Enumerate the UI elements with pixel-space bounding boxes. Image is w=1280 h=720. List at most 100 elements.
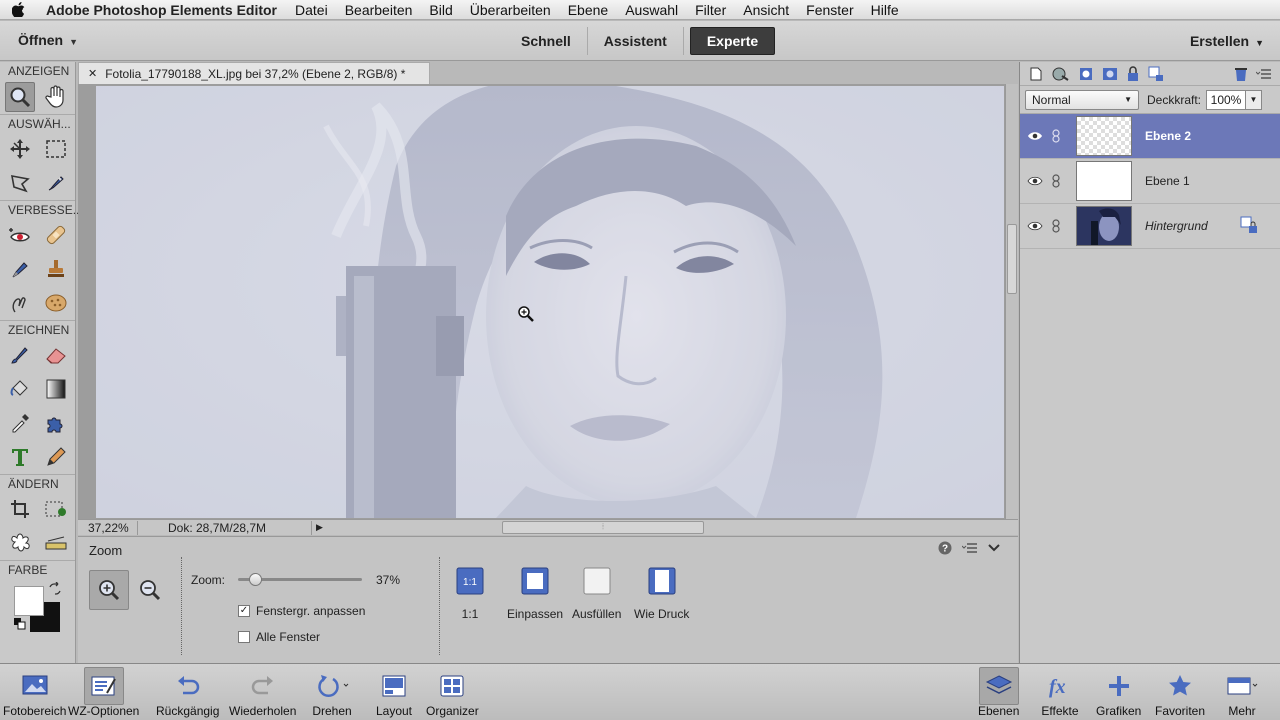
organizer-button[interactable]: Organizer [426, 667, 479, 718]
smart-brush-tool[interactable] [5, 254, 35, 284]
favorites-button[interactable]: Favoriten [1155, 667, 1205, 718]
image-canvas[interactable] [96, 86, 1004, 518]
status-zoom[interactable]: 37,22% [78, 520, 138, 535]
menu-auswahl[interactable]: Auswahl [625, 2, 678, 18]
trash-icon[interactable] [1234, 66, 1248, 82]
all-windows-checkbox[interactable] [238, 631, 250, 643]
panel-menu-icon[interactable] [962, 542, 978, 554]
opacity-dropdown-icon[interactable]: ▼ [1246, 89, 1263, 110]
photo-bin-button[interactable]: Fotobereich [3, 667, 66, 718]
horizontal-scroll-thumb[interactable]: ⦙ [502, 521, 704, 534]
visibility-eye-icon[interactable] [1024, 221, 1046, 231]
zoom-slider[interactable] [238, 573, 362, 586]
visibility-eye-icon[interactable] [1024, 176, 1046, 186]
blend-mode-select[interactable]: Normal ▼ [1025, 89, 1139, 110]
link-chain-icon[interactable] [1046, 174, 1066, 188]
status-menu-arrow-icon[interactable]: ▶ [316, 522, 326, 533]
sponge-tool[interactable] [41, 288, 71, 318]
vertical-scrollbar[interactable] [1005, 84, 1018, 520]
all-windows-option[interactable]: Alle Fenster [238, 630, 320, 644]
layers-menu-icon[interactable] [1256, 68, 1272, 80]
lock-all-icon[interactable] [1126, 65, 1140, 82]
help-icon[interactable]: ? [938, 541, 952, 555]
layout-button[interactable]: Layout [374, 667, 414, 718]
effects-button[interactable]: fx Effekte [1040, 667, 1080, 718]
collapse-chevron-icon[interactable] [988, 543, 1000, 553]
move-tool[interactable] [5, 134, 35, 164]
layer-mask-icon[interactable] [1102, 66, 1118, 82]
menu-filter[interactable]: Filter [695, 2, 726, 18]
new-layer-icon[interactable] [1028, 66, 1044, 82]
visibility-eye-icon[interactable] [1024, 131, 1046, 141]
healing-brush-tool[interactable] [41, 220, 71, 250]
app-name-menu[interactable]: Adobe Photoshop Elements Editor [46, 2, 277, 18]
gradient-tool[interactable] [41, 374, 71, 404]
swap-colors-icon[interactable] [48, 582, 62, 596]
document-tab[interactable]: ✕ Fotolia_17790188_XL.jpg bei 37,2% (Ebe… [78, 62, 430, 84]
menu-fenster[interactable]: Fenster [806, 2, 853, 18]
lasso-tool[interactable] [5, 168, 35, 198]
vertical-scroll-thumb[interactable] [1007, 224, 1017, 294]
zoom-tool[interactable] [4, 82, 35, 112]
blur-tool[interactable] [5, 288, 35, 318]
paint-bucket-tool[interactable] [5, 374, 35, 404]
quick-selection-tool[interactable] [41, 168, 71, 198]
menu-ansicht[interactable]: Ansicht [743, 2, 789, 18]
graphics-button[interactable]: Grafiken [1096, 667, 1141, 718]
link-chain-icon[interactable] [1046, 129, 1066, 143]
one-to-one-button[interactable]: 1:1 1:1 [456, 567, 484, 621]
brush-tool[interactable] [5, 340, 35, 370]
crop-tool[interactable] [5, 494, 35, 524]
lock-transparent-icon[interactable] [1148, 66, 1164, 82]
menu-bearbeiten[interactable]: Bearbeiten [345, 2, 413, 18]
close-icon[interactable]: ✕ [88, 67, 97, 80]
redo-button[interactable]: Wiederholen [229, 667, 296, 718]
tab-experte[interactable]: Experte [689, 27, 776, 55]
menu-datei[interactable]: Datei [295, 2, 328, 18]
new-group-icon[interactable] [1052, 66, 1070, 82]
resize-windows-option[interactable]: ✓ Fenstergr. anpassen [238, 604, 365, 618]
menu-ueberarbeiten[interactable]: Überarbeiten [470, 2, 551, 18]
tab-assistent[interactable]: Assistent [588, 27, 684, 55]
menu-ebene[interactable]: Ebene [568, 2, 608, 18]
text-tool[interactable] [5, 442, 35, 472]
more-button[interactable]: Mehr [1222, 667, 1262, 718]
clone-stamp-tool[interactable] [41, 254, 71, 284]
cookie-cutter-tool[interactable] [5, 528, 35, 558]
zoom-out-button[interactable] [131, 570, 169, 610]
link-chain-icon[interactable] [1046, 219, 1066, 233]
eraser-tool[interactable] [41, 340, 71, 370]
zoom-value[interactable]: 37% [376, 573, 400, 587]
hand-tool[interactable] [41, 82, 71, 112]
adjustment-layer-icon[interactable] [1078, 66, 1094, 82]
tab-schnell[interactable]: Schnell [505, 27, 588, 55]
apple-icon[interactable] [12, 2, 26, 18]
fit-screen-button[interactable]: Einpassen [507, 567, 563, 621]
layer-row-hintergrund[interactable]: Hintergrund [1020, 204, 1280, 249]
marquee-tool[interactable] [41, 134, 71, 164]
menu-bild[interactable]: Bild [429, 2, 452, 18]
red-eye-tool[interactable] [5, 220, 35, 250]
foreground-color-swatch[interactable] [14, 586, 44, 616]
recompose-tool[interactable] [41, 494, 71, 524]
custom-shape-tool[interactable] [41, 408, 71, 438]
zoom-in-button[interactable] [89, 570, 129, 610]
tool-options-button[interactable]: WZ-Optionen [68, 667, 139, 718]
eyedropper-tool[interactable] [5, 408, 35, 438]
rotate-button[interactable]: Drehen [312, 667, 352, 718]
resize-windows-checkbox[interactable]: ✓ [238, 605, 250, 617]
layers-panel-button[interactable]: Ebenen [978, 667, 1019, 718]
fill-screen-button[interactable]: Ausfüllen [572, 567, 621, 621]
straighten-tool[interactable] [41, 528, 71, 558]
default-colors-icon[interactable] [14, 618, 26, 630]
layer-lock-icon[interactable] [1240, 216, 1258, 234]
pencil-tool[interactable] [41, 442, 71, 472]
zoom-slider-knob[interactable] [249, 573, 262, 586]
layer-row-ebene-2[interactable]: Ebene 2 [1020, 114, 1280, 159]
print-size-button[interactable]: Wie Druck [634, 567, 689, 621]
menu-hilfe[interactable]: Hilfe [871, 2, 899, 18]
open-button[interactable]: Öffnen ▼ [18, 32, 78, 48]
opacity-input[interactable]: 100% [1206, 89, 1247, 110]
undo-button[interactable]: Rückgängig [156, 667, 219, 718]
create-button[interactable]: Erstellen ▼ [1190, 33, 1264, 49]
